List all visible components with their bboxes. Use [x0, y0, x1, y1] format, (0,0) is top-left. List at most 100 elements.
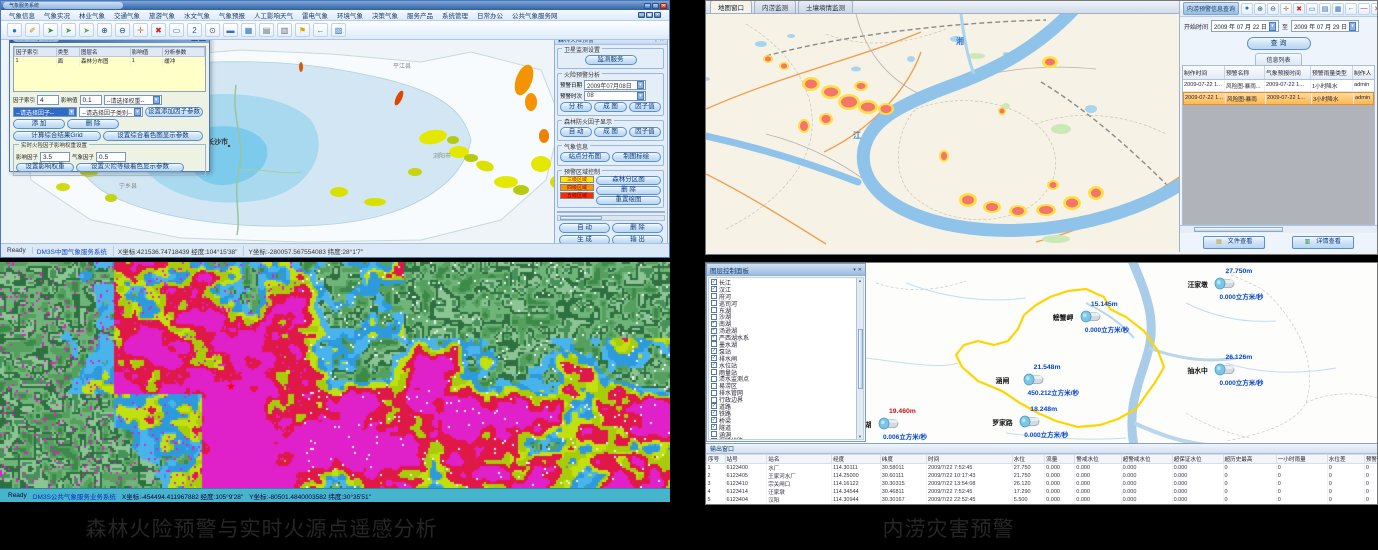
station-output-table[interactable]: 序号站号站名经度纬度时间水位流量警戒水位超警戒水位超保证水位超历史最高一小时雨量…: [706, 454, 1378, 504]
flag-icon[interactable]: ⚑: [295, 23, 310, 37]
set-color-button[interactable]: 设置综合着色图显示参数: [103, 131, 203, 141]
layer-checkbox[interactable]: ✓: [711, 424, 717, 430]
minus-icon[interactable]: —: [1358, 3, 1370, 15]
layer-checkbox[interactable]: ✓: [711, 286, 717, 292]
factor-value-button[interactable]: 因子值: [629, 102, 661, 112]
scan-icon[interactable]: ▥: [277, 23, 292, 37]
layer-checkbox[interactable]: [711, 369, 717, 375]
doc-icon[interactable]: ▤: [1319, 3, 1331, 15]
layer-list-vscrollbar[interactable]: ▲▼: [856, 278, 863, 439]
table-hscrollbar[interactable]: [1180, 225, 1377, 233]
forest-zone-button[interactable]: 森林分区图: [596, 176, 661, 185]
auto-button[interactable]: 自 动: [559, 223, 610, 233]
query-button[interactable]: 查 询: [1247, 37, 1311, 50]
zoom-in-icon[interactable]: ⊕: [97, 23, 112, 37]
pan-icon[interactable]: ✛: [133, 23, 148, 37]
layers-icon[interactable]: ▦: [241, 23, 256, 37]
grid-row[interactable]: 1面森林分布图1缓冲: [15, 57, 205, 66]
maximize-button[interactable]: □: [652, 3, 659, 9]
file-view-button[interactable]: ▤ 文件查看: [1203, 236, 1265, 249]
layer-item[interactable]: 巡司河: [711, 300, 855, 307]
zone-reset-button[interactable]: 重置绘图: [596, 196, 661, 205]
factor-index-input[interactable]: 4: [37, 95, 59, 105]
identify-icon[interactable]: ➤: [79, 23, 94, 37]
layer-checkbox[interactable]: [711, 341, 717, 347]
zone-list[interactable]: 选择名称 控制区域: [557, 211, 665, 213]
print-icon[interactable]: ▤: [259, 23, 274, 37]
close-icon[interactable]: ✕: [654, 12, 661, 18]
restore-icon[interactable]: ▭: [638, 12, 645, 18]
weather-factor-input[interactable]: 0.5: [96, 152, 126, 162]
layer-item[interactable]: ✓汉江: [711, 286, 855, 293]
date-from-picker[interactable]: 2009 年 07 月 22 日▾: [1211, 20, 1279, 32]
layer-checkbox[interactable]: [711, 431, 717, 437]
factor-select[interactable]: --请选择因子--▾: [13, 107, 77, 117]
tab-3[interactable]: 土壤墒情监测: [798, 0, 853, 13]
weight-input[interactable]: 0.1: [80, 95, 102, 105]
output-row[interactable]: 46123414汪家墩114.3454430.468112009/7/22 7:…: [707, 488, 1378, 496]
chart-icon[interactable]: ▧: [331, 23, 346, 37]
menu-item[interactable]: 日常办公: [477, 10, 503, 20]
menu-item[interactable]: 水文气象: [184, 10, 210, 20]
layer-checkbox[interactable]: ✓: [711, 348, 717, 354]
stop-icon[interactable]: ✖: [1293, 3, 1305, 15]
export-button[interactable]: 输 出: [612, 235, 663, 243]
menu-item[interactable]: 环境气象: [337, 10, 363, 20]
zoom-out-icon[interactable]: ⊖: [1267, 3, 1279, 15]
menu-item[interactable]: 交通气象: [114, 10, 140, 20]
menu-item[interactable]: 决策气象: [372, 10, 398, 20]
tab-2[interactable]: 内涝监测: [754, 0, 796, 13]
layer-checkbox[interactable]: ✓: [711, 321, 717, 327]
layer-checkbox[interactable]: [711, 307, 717, 313]
collapse-icon[interactable]: ▾: [853, 267, 856, 273]
draw-button[interactable]: 成 图: [594, 127, 626, 137]
warn-hour-select[interactable]: 08▾: [584, 91, 646, 101]
layer-checkbox[interactable]: [711, 383, 717, 389]
layer-checkbox[interactable]: [711, 376, 717, 382]
factor-type-select[interactable]: --请选择因子类别--▾: [79, 107, 143, 117]
menu-item[interactable]: 公共气象服务网: [512, 10, 558, 20]
factor-button[interactable]: 因子值: [629, 127, 661, 137]
monitor-service-button[interactable]: 监测服务: [585, 55, 637, 65]
layers-icon[interactable]: ▦: [1332, 3, 1344, 15]
menu-item[interactable]: 服务产品: [407, 10, 433, 20]
globe-icon[interactable]: ●: [7, 23, 22, 37]
layer-item[interactable]: ✓铁路: [711, 410, 855, 417]
delete-icon[interactable]: ✖: [151, 23, 166, 37]
close-icon[interactable]: ✕: [858, 267, 862, 273]
output-row[interactable]: 16123400水厂114.3011130.580112009/7/22 7:5…: [707, 464, 1378, 473]
tab-1[interactable]: 地图窗口: [710, 0, 752, 13]
weight-select[interactable]: --请选择权重--▾: [104, 95, 162, 105]
calc-grid-button[interactable]: 计算综合结果Grid: [13, 131, 101, 141]
delete-button[interactable]: 删 除: [67, 119, 119, 129]
close-button[interactable]: ✕: [660, 3, 667, 9]
factor-grid[interactable]: 因子索引类型图层名影响值分析参数1面森林分布图1缓冲: [13, 46, 206, 92]
analyze-button[interactable]: 分 析: [560, 102, 592, 112]
window-icon[interactable]: ▣: [646, 12, 653, 18]
menu-item[interactable]: 气象实况: [44, 10, 70, 20]
minimize-button[interactable]: —: [644, 3, 651, 9]
generate-button[interactable]: 生 成: [559, 235, 610, 243]
plot-button[interactable]: 制图标绘: [612, 152, 662, 162]
zoom-in-icon[interactable]: ⊕: [1254, 3, 1266, 15]
menu-item[interactable]: 旅游气象: [149, 10, 175, 20]
pan-icon[interactable]: ✛: [1280, 3, 1292, 15]
warn-date-select[interactable]: 2009年07月08日▾: [584, 80, 646, 90]
info-list-tab[interactable]: 信息列表: [1255, 53, 1301, 65]
layer-checkbox[interactable]: [711, 293, 717, 299]
output-row[interactable]: 56123404汉阳114.3094430.301672009/7/22 22:…: [707, 496, 1378, 504]
table-row[interactable]: 2009-07-22 1...风险图-暴雨...2009-07-22 1...1…: [1183, 80, 1374, 92]
layer-item[interactable]: 地铁线路: [711, 437, 855, 440]
zoom-out-icon[interactable]: ⊖: [115, 23, 130, 37]
output-row[interactable]: 26123405王家河水厂114.2500030.601112009/7/22 …: [707, 472, 1378, 480]
menu-item[interactable]: 气象预报: [219, 10, 245, 20]
select-arrow-icon[interactable]: ➤: [43, 23, 58, 37]
impact-factor-input[interactable]: 3.5: [40, 152, 70, 162]
set-level-color-button[interactable]: 设置火险等级着色显示参数: [76, 163, 184, 172]
table-row[interactable]: 2009-07-22 1...风险图-暴雨2009-07-22 1...3小时降…: [1183, 92, 1374, 105]
output-row[interactable]: 36123410宗关闸口114.1612230.303152009/7/22 1…: [707, 480, 1378, 488]
detail-view-button[interactable]: ▥ 详情查看: [1292, 236, 1354, 249]
layer-item[interactable]: ✓桥梁: [711, 417, 855, 424]
back-icon[interactable]: ←: [313, 23, 328, 37]
dialog-close-button[interactable]: ✕: [199, 40, 206, 41]
